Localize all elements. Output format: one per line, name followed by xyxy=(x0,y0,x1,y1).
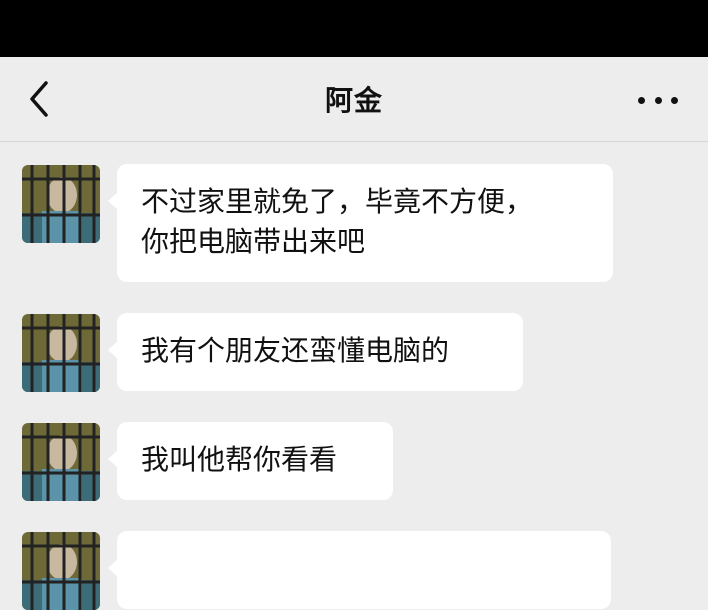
message-list[interactable]: 不过家里就免了，毕竟不方便， 你把电脑带出来吧 我有个朋友还蛮懂电脑的 我叫他帮… xyxy=(0,142,708,610)
message-bubble[interactable]: 我有个朋友还蛮懂电脑的 xyxy=(108,313,523,391)
message-bubble[interactable] xyxy=(108,531,611,609)
more-button[interactable] xyxy=(638,95,678,105)
message-bubble[interactable]: 不过家里就免了，毕竟不方便， 你把电脑带出来吧 xyxy=(108,164,613,282)
more-dots-icon xyxy=(638,96,645,104)
avatar[interactable] xyxy=(22,423,100,501)
avatar[interactable] xyxy=(22,314,100,392)
avatar[interactable] xyxy=(22,532,100,610)
chat-title: 阿金 xyxy=(324,84,383,117)
avatar-image xyxy=(22,532,100,610)
avatar-image xyxy=(22,314,100,392)
avatar-image xyxy=(22,423,100,501)
avatar[interactable] xyxy=(22,165,100,243)
status-bar xyxy=(0,0,708,57)
avatar-image xyxy=(22,165,100,243)
chat-header: 阿金 xyxy=(0,57,708,142)
message-bubble[interactable]: 我叫他帮你看看 xyxy=(108,422,393,500)
